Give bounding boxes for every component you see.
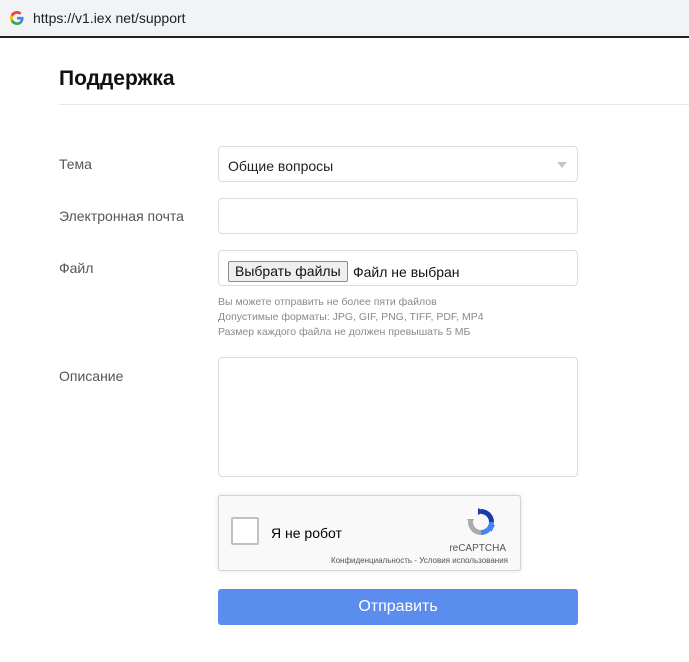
title-divider	[59, 104, 689, 105]
browser-address-bar: https://v1.iex net/support	[0, 0, 689, 38]
description-label: Описание	[59, 368, 124, 384]
recaptcha-logo-icon	[467, 508, 495, 535]
topic-label: Тема	[59, 156, 92, 172]
recaptcha-widget: Я не робот reCAPTCHA Конфиденциальность …	[218, 495, 521, 571]
triangle-down-icon	[557, 162, 567, 168]
address-url[interactable]: https://v1.iex net/support	[33, 10, 186, 26]
choose-files-button[interactable]: Выбрать файлы	[228, 261, 348, 282]
description-field-wrapper	[218, 357, 578, 477]
description-textarea[interactable]	[219, 358, 577, 476]
google-g-icon	[10, 11, 24, 25]
topic-select[interactable]: Общие вопросы	[218, 146, 578, 182]
submit-button[interactable]: Отправить	[218, 589, 578, 625]
file-label: Файл	[59, 260, 94, 276]
page-title: Поддержка	[59, 67, 175, 90]
file-status: Файл не выбран	[353, 264, 460, 280]
email-label: Электронная почта	[59, 208, 184, 224]
email-field[interactable]	[219, 199, 577, 233]
recaptcha-label: Я не робот	[271, 525, 342, 541]
topic-select-value: Общие вопросы	[228, 158, 334, 174]
file-hint: Допустимые форматы: JPG, GIF, PNG, TIFF,…	[218, 311, 484, 323]
recaptcha-privacy-terms-links[interactable]: Конфиденциальность - Условия использован…	[331, 555, 508, 566]
email-field-wrapper	[218, 198, 578, 234]
recaptcha-checkbox[interactable]	[231, 517, 259, 545]
file-field: Выбрать файлы Файл не выбран	[218, 250, 578, 286]
file-hint: Вы можете отправить не более пяти файлов	[218, 296, 437, 308]
file-hint: Размер каждого файла не должен превышать…	[218, 326, 471, 338]
recaptcha-brand: reCAPTCHA	[449, 543, 506, 554]
